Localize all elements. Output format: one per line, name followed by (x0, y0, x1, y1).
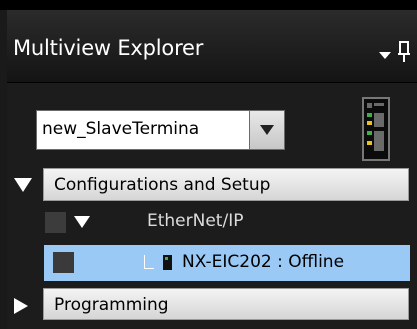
tree-item-label: EtherNet/IP (147, 211, 244, 231)
category-label: Configurations and Setup (54, 175, 271, 195)
panel-titlebar: Multiview Explorer (7, 10, 417, 83)
window-top-frame (0, 0, 417, 10)
tree-checkbox[interactable] (53, 252, 74, 273)
tree-item-ethernet-ip[interactable]: EtherNet/IP (7, 204, 417, 239)
selected-row-highlight[interactable]: NX-EIC202 : Offline (44, 245, 410, 281)
device-node-icon (163, 255, 172, 270)
slave-terminal-device-icon[interactable] (362, 97, 390, 161)
tree-checkbox[interactable] (45, 212, 66, 233)
device-select-dropdown[interactable]: new_SlaveTermina (36, 110, 285, 150)
dropdown-button[interactable] (249, 111, 284, 149)
expanded-triangle-icon[interactable] (13, 177, 33, 193)
expanded-triangle-icon[interactable] (73, 215, 91, 229)
tree-category-programming[interactable]: Programming (7, 288, 417, 323)
chevron-down-icon (260, 125, 274, 135)
pin-icon[interactable] (397, 40, 411, 64)
category-header[interactable]: Configurations and Setup (43, 168, 409, 201)
dropdown-selected-value: new_SlaveTermina (42, 119, 200, 139)
panel-title: Multiview Explorer (13, 36, 204, 60)
chevron-down-icon[interactable] (378, 50, 392, 60)
category-header[interactable]: Programming (43, 288, 409, 320)
category-label: Programming (54, 295, 169, 315)
multiview-explorer-panel: Multiview Explorer new_SlaveTermina Conf… (7, 10, 417, 329)
tree-item-label: NX-EIC202 : Offline (182, 252, 345, 272)
tree-item-nx-eic202[interactable]: NX-EIC202 : Offline (7, 245, 417, 281)
window-left-frame (0, 10, 7, 329)
tree-connector-line (144, 255, 154, 269)
collapsed-triangle-icon[interactable] (13, 297, 29, 315)
tree-category-configurations[interactable]: Configurations and Setup (7, 168, 417, 203)
